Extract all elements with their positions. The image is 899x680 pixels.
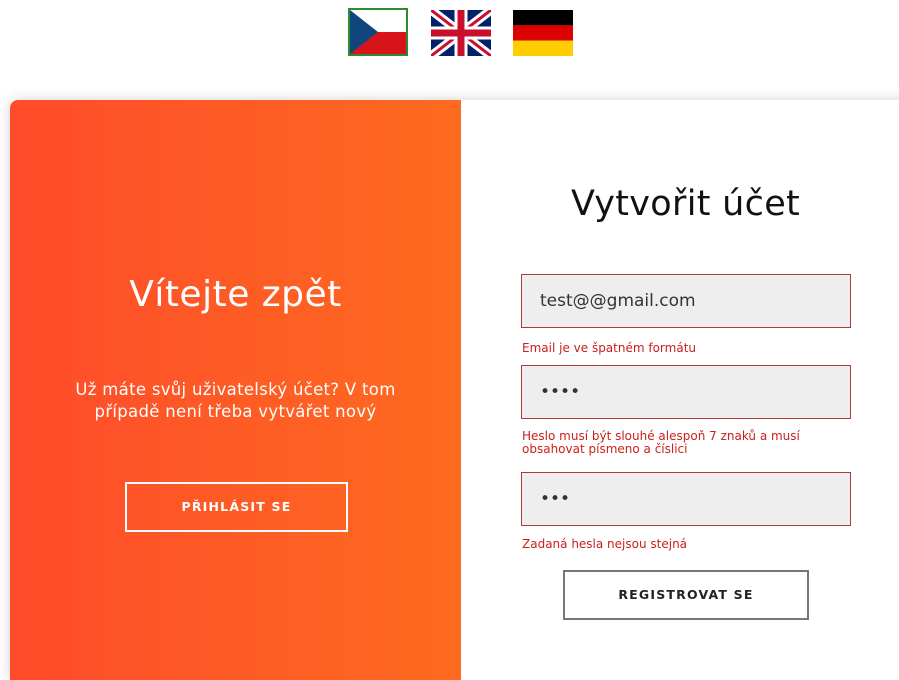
language-switcher xyxy=(0,8,899,58)
welcome-text: Už máte svůj uživatelský účet? V tom pří… xyxy=(75,380,396,421)
confirm-password-error: Zadaná hesla nejsou stejná xyxy=(522,537,688,551)
czech-flag-icon[interactable] xyxy=(348,8,408,56)
confirm-password-input[interactable] xyxy=(521,472,851,526)
german-flag-icon[interactable] xyxy=(513,10,573,56)
register-button[interactable]: REGISTROVAT SE xyxy=(563,570,809,620)
form-title: Vytvořit účet xyxy=(570,184,801,224)
email-error: Email je ve špatném formátu xyxy=(522,341,696,355)
email-input[interactable] xyxy=(521,274,851,328)
welcome-panel: Vítejte zpět Už máte svůj uživatelský úč… xyxy=(10,100,461,680)
welcome-title: Vítejte zpět xyxy=(129,274,342,315)
password-input[interactable] xyxy=(521,365,851,419)
password-error: Heslo musí být slouhé alespoň 7 znaků a … xyxy=(522,429,800,456)
login-button[interactable]: PŘIHLÁSIT SE xyxy=(125,482,348,532)
uk-flag-icon[interactable] xyxy=(431,10,491,56)
auth-card: Vítejte zpět Už máte svůj uživatelský úč… xyxy=(10,100,899,680)
